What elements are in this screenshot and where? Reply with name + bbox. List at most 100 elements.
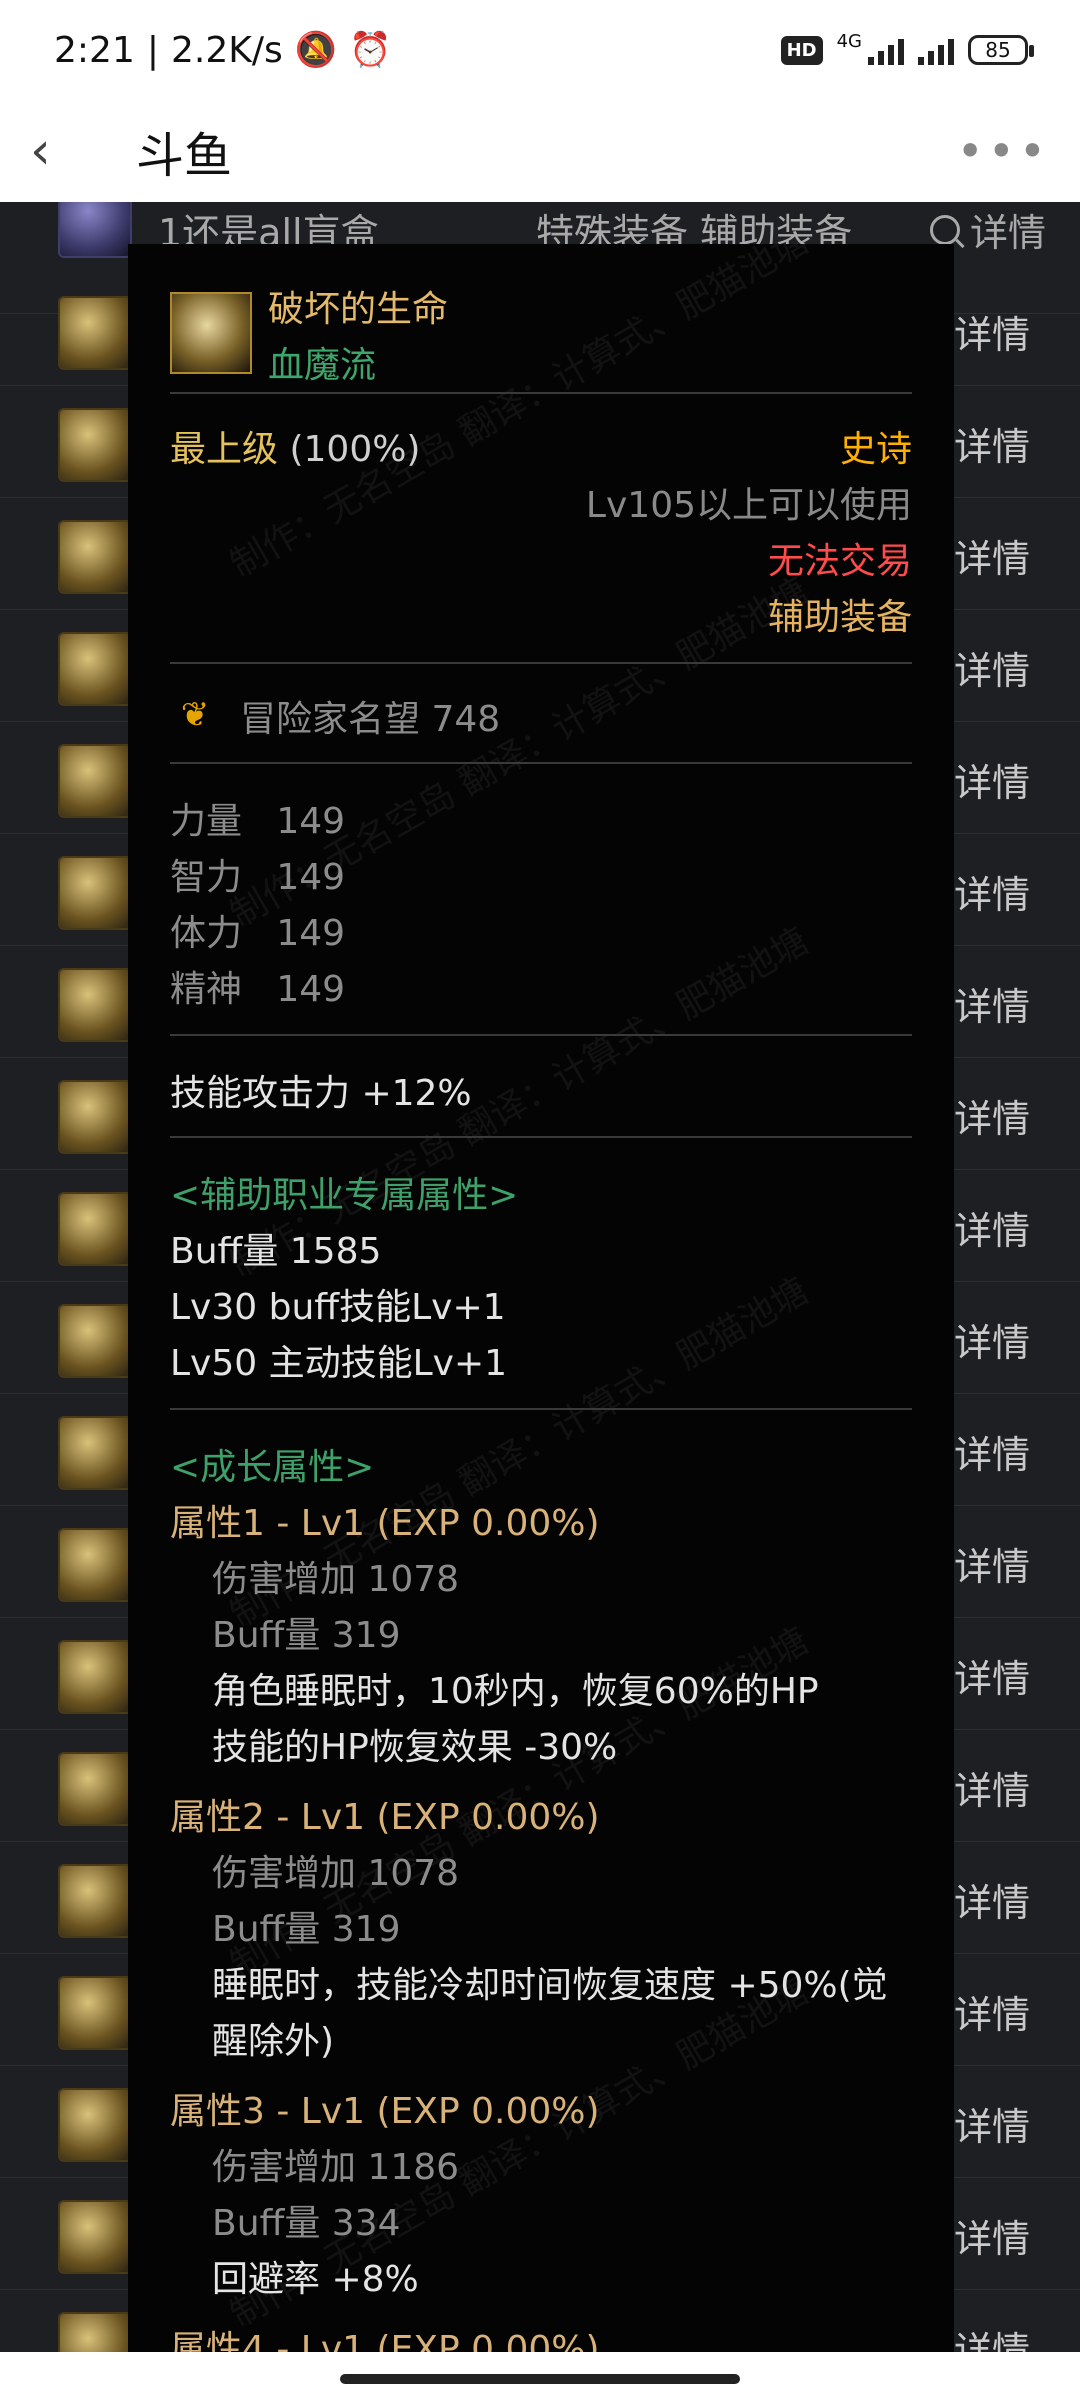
support-line: Lv50 主动技能Lv+1 bbox=[170, 1343, 508, 1384]
skill-attack: 技能攻击力 +12% bbox=[170, 1073, 472, 1114]
trade-status: 无法交易 bbox=[767, 541, 912, 582]
status-bar: 2:21 | 2.2K/s 🔕 ⏰ HD 4G 85 bbox=[0, 0, 1080, 100]
item-thumbnail bbox=[58, 1864, 132, 1938]
item-thumbnail bbox=[58, 856, 132, 930]
mute-bell-icon: 🔕 bbox=[294, 30, 338, 70]
bell-icon bbox=[170, 292, 252, 374]
detail-link[interactable]: 详情 bbox=[954, 1648, 1030, 1703]
status-time: 2:21 bbox=[54, 29, 135, 71]
grade: 最上级 (100%) bbox=[170, 420, 420, 472]
item-thumbnail bbox=[58, 1080, 132, 1154]
detail-link[interactable]: 详情 bbox=[954, 1984, 1030, 2039]
more-options-icon[interactable]: ••• bbox=[957, 124, 1050, 178]
detail-link[interactable]: 详情 bbox=[954, 752, 1030, 807]
page-title: 斗鱼 bbox=[136, 128, 233, 184]
item-thumbnail bbox=[58, 296, 132, 370]
grade-percent: (100%) bbox=[289, 429, 421, 470]
detail-link[interactable]: 详情 bbox=[954, 304, 1030, 359]
growth-title: 属性2 - Lv1 (EXP 0.00%) bbox=[170, 1797, 600, 1838]
app-header: ‹ 斗鱼 ••• bbox=[0, 100, 1080, 202]
signal-icon-2 bbox=[918, 35, 954, 65]
item-thumbnail bbox=[58, 1528, 132, 1602]
detail-link[interactable]: 详情 bbox=[954, 1760, 1030, 1815]
stat-vitality: 体力 149 bbox=[170, 913, 346, 954]
grade-label: 最上级 bbox=[170, 429, 279, 470]
item-thumbnail bbox=[58, 1752, 132, 1826]
adventurer-fame: 冒险家名望 748 bbox=[240, 699, 501, 740]
growth-effect: 角色睡眠时，10秒内，恢复60%的HP bbox=[212, 1671, 819, 1712]
divider bbox=[170, 1034, 912, 1036]
item-thumbnail bbox=[58, 632, 132, 706]
growth-title: 属性1 - Lv1 (EXP 0.00%) bbox=[170, 1503, 600, 1544]
detail-link[interactable]: 详情 bbox=[954, 1872, 1030, 1927]
support-header: <辅助职业专属属性> bbox=[170, 1175, 519, 1216]
item-thumbnail bbox=[58, 1416, 132, 1490]
status-right: HD 4G 85 bbox=[780, 31, 1034, 65]
growth-buff: Buff量 334 bbox=[212, 2203, 401, 2244]
detail-link[interactable]: 详情 bbox=[954, 1200, 1030, 1255]
status-divider: | bbox=[146, 29, 159, 71]
divider bbox=[170, 762, 912, 764]
back-chevron-icon[interactable]: ‹ bbox=[30, 125, 100, 177]
stat-strength: 力量 149 bbox=[170, 801, 346, 842]
item-thumbnail bbox=[58, 1976, 132, 2050]
home-indicator[interactable] bbox=[340, 2374, 740, 2384]
level-requirement: Lv105以上可以使用 bbox=[585, 485, 912, 526]
growth-buff: Buff量 319 bbox=[212, 1615, 401, 1656]
growth-effect: 技能的HP恢复效果 -30% bbox=[212, 1727, 618, 1768]
divider bbox=[170, 1408, 912, 1410]
item-thumbnail bbox=[58, 2312, 132, 2352]
signal-icon bbox=[868, 35, 904, 65]
item-thumbnail bbox=[58, 408, 132, 482]
rarity: 史诗 bbox=[839, 429, 912, 470]
item-thumbnail bbox=[58, 1304, 132, 1378]
growth-header: <成长属性> bbox=[170, 1447, 375, 1488]
growth-damage: 伤害增加 1078 bbox=[212, 1559, 460, 1600]
status-left: 2:21 | 2.2K/s 🔕 ⏰ bbox=[54, 30, 391, 71]
stat-spirit: 精神 149 bbox=[170, 969, 346, 1010]
support-line: Buff量 1585 bbox=[170, 1231, 382, 1272]
item-tooltip: 制作：无名空岛 翻译：计算式、肥猫池塘 制作：无名空岛 翻译：计算式、肥猫池塘 … bbox=[128, 244, 954, 2356]
detail-link[interactable]: 详情 bbox=[954, 976, 1030, 1031]
search-icon bbox=[929, 214, 960, 245]
equipment-slot: 辅助装备 bbox=[767, 597, 912, 638]
detail-link[interactable]: 详情 bbox=[954, 528, 1030, 583]
detail-link[interactable]: 详情 bbox=[954, 640, 1030, 695]
item-set: 血魔流 bbox=[268, 345, 377, 386]
item-name: 破坏的生命 bbox=[268, 289, 449, 330]
item-thumbnail bbox=[58, 202, 132, 258]
detail-link[interactable]: 详情 bbox=[954, 2320, 1030, 2352]
growth-buff: Buff量 319 bbox=[212, 1909, 401, 1950]
detail-link[interactable]: 详情 bbox=[954, 1536, 1030, 1591]
hd-icon: HD bbox=[780, 35, 823, 65]
network-type: 4G bbox=[836, 31, 862, 52]
item-thumbnail bbox=[58, 520, 132, 594]
detail-link[interactable]: 详情 bbox=[954, 2096, 1030, 2151]
divider bbox=[170, 1136, 912, 1138]
growth-effect: 回避率 +8% bbox=[212, 2259, 419, 2300]
detail-link[interactable]: 详情 bbox=[954, 1088, 1030, 1143]
item-thumbnail bbox=[58, 1192, 132, 1266]
item-thumbnail bbox=[58, 2088, 132, 2162]
growth-effect: 睡眠时，技能冷却时间恢复速度 +50%(觉 bbox=[212, 1965, 888, 2006]
item-thumbnail bbox=[58, 744, 132, 818]
item-thumbnail bbox=[58, 2200, 132, 2274]
status-speed: 2.2K/s bbox=[170, 29, 283, 71]
battery-icon: 85 bbox=[968, 35, 1034, 65]
detail-link[interactable]: 详情 bbox=[954, 2208, 1030, 2263]
growth-effect: 醒除外) bbox=[212, 2021, 335, 2062]
divider bbox=[170, 662, 912, 664]
detail-link[interactable]: 详情 bbox=[954, 864, 1030, 919]
stat-intelligence: 智力 149 bbox=[170, 857, 346, 898]
alarm-icon: ⏰ bbox=[349, 30, 392, 70]
growth-title: 属性3 - Lv1 (EXP 0.00%) bbox=[170, 2091, 600, 2132]
detail-link[interactable]: 详情 bbox=[954, 416, 1030, 471]
detail-label: 详情 bbox=[969, 211, 1046, 255]
detail-link[interactable]: 详情 bbox=[954, 1424, 1030, 1479]
detail-link[interactable]: 详情 bbox=[954, 1312, 1030, 1367]
support-line: Lv30 buff技能Lv+1 bbox=[170, 1287, 506, 1328]
growth-damage: 伤害增加 1078 bbox=[212, 1853, 460, 1894]
fame-emblem-icon: ❦ bbox=[180, 695, 210, 735]
item-thumbnail bbox=[58, 968, 132, 1042]
growth-title: 属性4 - Lv1 (EXP 0.00%) bbox=[170, 2329, 600, 2356]
